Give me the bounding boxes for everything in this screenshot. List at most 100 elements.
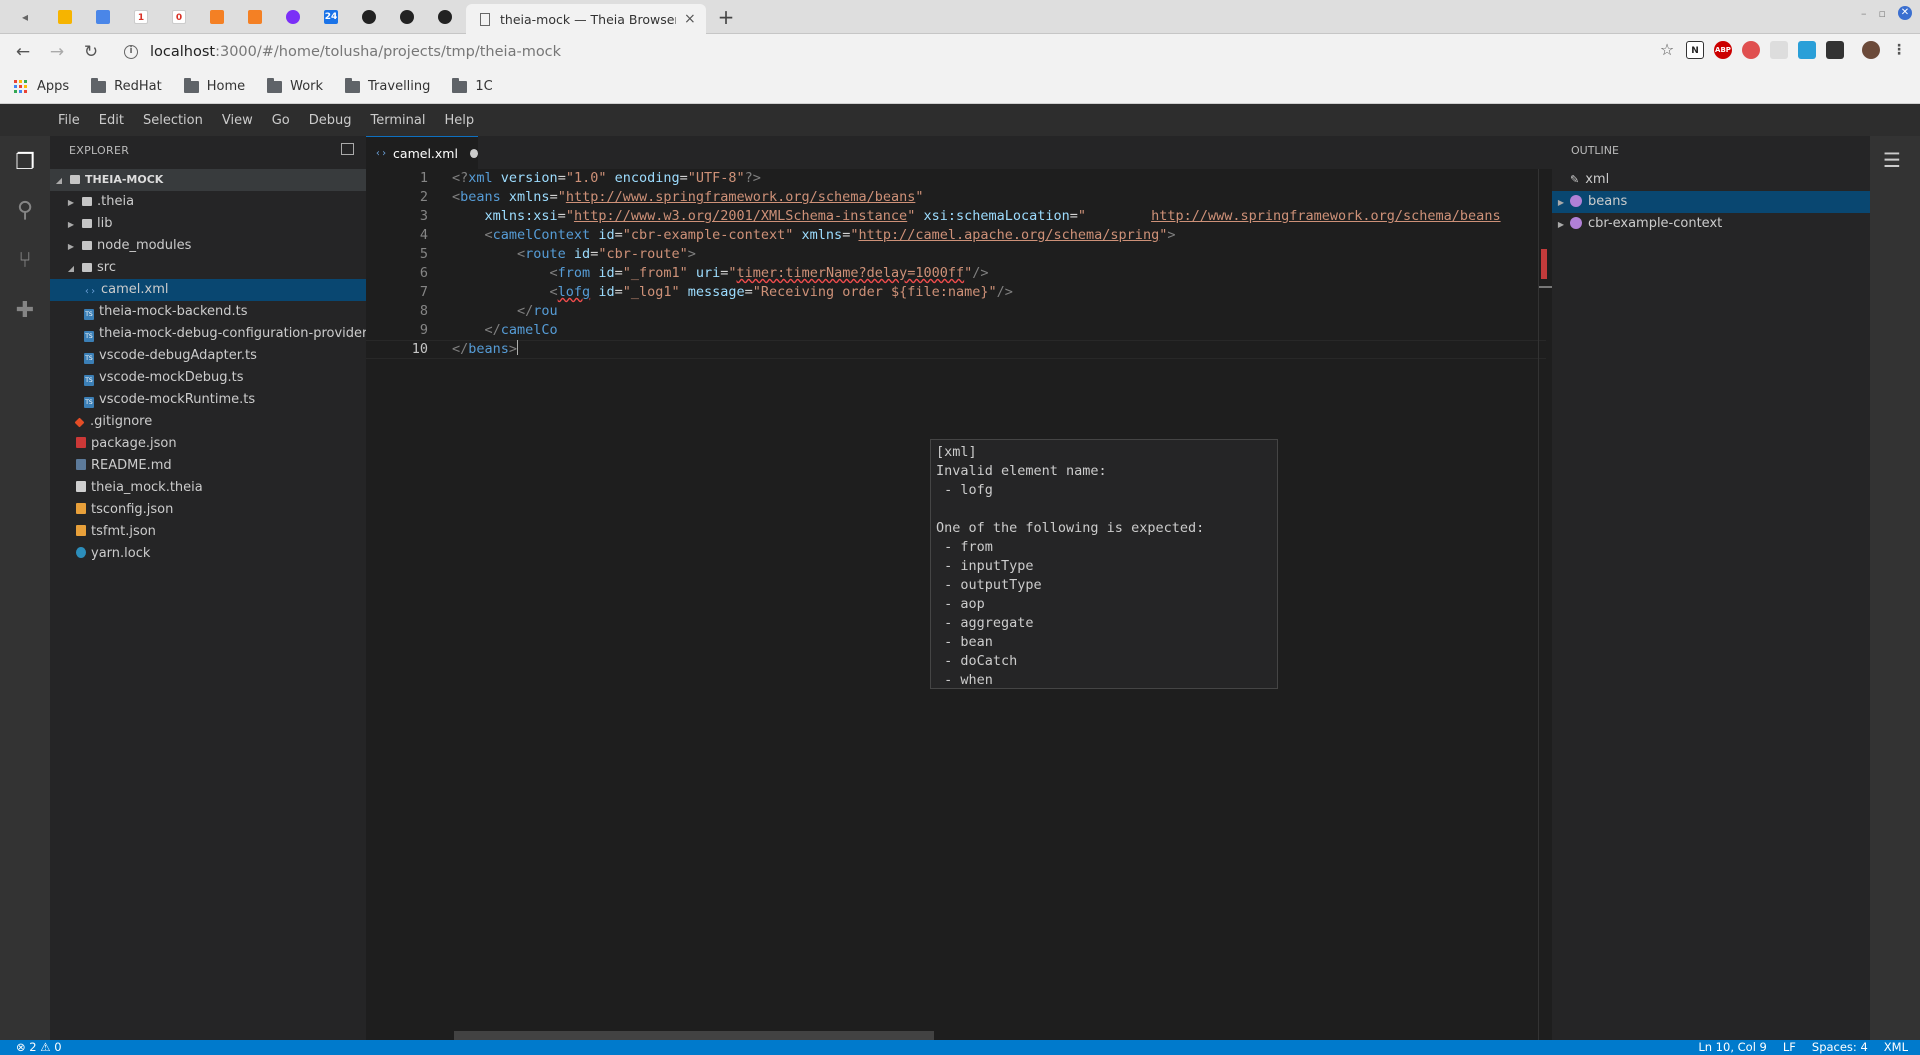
bookmark-folder[interactable]: Work (267, 77, 323, 94)
pinned-tab-purple[interactable] (280, 6, 306, 28)
close-window-icon[interactable]: ✕ (1898, 6, 1912, 20)
close-tab-icon[interactable]: × (684, 11, 696, 27)
bookmark-folder[interactable]: RedHat (91, 77, 162, 94)
tree-file[interactable]: package.json (50, 433, 366, 455)
outline-list-icon[interactable]: ☰ (1883, 150, 1907, 170)
restore-icon[interactable]: ▫ (1879, 7, 1886, 20)
pinned-tab-keep[interactable] (52, 6, 78, 28)
bookmark-folder[interactable]: 1C (452, 77, 493, 94)
menu-file[interactable]: File (58, 113, 80, 128)
unsaved-dot-icon[interactable] (469, 148, 478, 158)
collapse-all-icon[interactable] (341, 143, 354, 155)
tree-label: vscode-debugAdapter.ts (99, 348, 257, 363)
horizontal-scrollbar[interactable] (454, 1031, 934, 1040)
pinned-tab-translate[interactable] (90, 6, 116, 28)
minimize-icon[interactable]: – (1861, 7, 1867, 20)
tree-file[interactable]: TS vscode-mockRuntime.ts (50, 389, 366, 411)
calendar-icon: 24 (324, 10, 338, 24)
tree-file[interactable]: TS theia-mock-backend.ts (50, 301, 366, 323)
files-icon[interactable]: ❐ (10, 148, 40, 178)
bookmark-star-icon[interactable]: ☆ (1658, 41, 1676, 59)
menu-terminal[interactable]: Terminal (371, 113, 426, 128)
outline-item-selected[interactable]: ▶ beans (1552, 191, 1870, 213)
current-line-highlight (366, 340, 1546, 359)
forward-icon[interactable]: → (46, 41, 68, 63)
menu-selection[interactable]: Selection (143, 113, 203, 128)
info-icon[interactable]: i (124, 45, 138, 59)
source-control-icon[interactable]: ⑂ (10, 246, 40, 276)
tree-label: camel.xml (101, 282, 169, 297)
back-icon[interactable]: ← (12, 41, 34, 63)
extension-icon[interactable] (1798, 41, 1816, 59)
code-line: </rou (452, 303, 558, 319)
tree-file[interactable]: yarn.lock (50, 543, 366, 565)
tree-file[interactable]: theia_mock.theia (50, 477, 366, 499)
pinned-tab-gmail-1[interactable]: 1 (128, 6, 154, 28)
element-icon (1570, 217, 1582, 229)
language-mode[interactable]: XML (1884, 1040, 1908, 1055)
new-tab-button[interactable]: + (715, 6, 737, 28)
pinned-tab-github-3[interactable] (432, 6, 458, 28)
extensions-icon[interactable]: ✚ (10, 296, 40, 326)
search-icon[interactable]: ⚲ (10, 196, 40, 226)
error-marker (1541, 249, 1547, 279)
pinned-tab-gmail-2[interactable]: 0 (166, 6, 192, 28)
tree-label: theia-mock-backend.ts (99, 304, 248, 319)
github-icon (362, 10, 376, 24)
indentation[interactable]: Spaces: 4 (1812, 1040, 1868, 1055)
tree-file[interactable]: TS vscode-mockDebug.ts (50, 367, 366, 389)
tree-label: theia-mock-debug-configuration-provider.… (99, 326, 383, 341)
menu-edit[interactable]: Edit (99, 113, 124, 128)
pinned-tab-calendar[interactable]: 24 (318, 6, 344, 28)
menu-debug[interactable]: Debug (309, 113, 352, 128)
outline-item[interactable]: ✎ xml (1552, 169, 1870, 191)
tree-file[interactable]: tsconfig.json (50, 499, 366, 521)
tree-folder[interactable]: ▶ node_modules (50, 235, 366, 257)
extension-icon[interactable] (1826, 41, 1844, 59)
url-host: localhost (150, 44, 216, 60)
apps-label: Apps (37, 79, 70, 94)
pinned-tab-github-2[interactable] (394, 6, 420, 28)
json-file-icon (76, 503, 86, 514)
pinned-tab-stackoverflow-1[interactable] (204, 6, 230, 28)
editor-tab-camel-xml[interactable]: ‹› camel.xml (366, 136, 478, 169)
vertical-scrollbar[interactable] (1538, 169, 1553, 1040)
tree-file[interactable]: README.md (50, 455, 366, 477)
menu-dots-icon[interactable]: ⋮ (1890, 41, 1908, 59)
line-ending[interactable]: LF (1783, 1040, 1796, 1055)
profile-avatar[interactable] (1862, 41, 1880, 59)
active-browser-tab[interactable]: theia-mock — Theia Browser Ex × (466, 4, 706, 34)
pinned-tab-back[interactable]: ◂ (12, 6, 38, 28)
bookmark-label: RedHat (114, 79, 162, 94)
reload-icon[interactable]: ↻ (80, 41, 102, 63)
pinned-tab-github-1[interactable] (356, 6, 382, 28)
menu-help[interactable]: Help (444, 113, 474, 128)
menu-go[interactable]: Go (272, 113, 290, 128)
diagnostic-hover-popup: [xml] Invalid element name: - lofg One o… (930, 439, 1278, 689)
tree-file-selected[interactable]: ‹› camel.xml (50, 279, 366, 301)
pinned-tab-stackoverflow-2[interactable] (242, 6, 268, 28)
cursor-position[interactable]: Ln 10, Col 9 (1698, 1040, 1767, 1055)
tree-folder[interactable]: ▶ .theia (50, 191, 366, 213)
adblock-icon[interactable]: ABP (1714, 41, 1732, 59)
problems-indicator[interactable]: ⊗ 2 ⚠ 0 (16, 1040, 62, 1055)
cursor-marker (1539, 286, 1553, 288)
apps-bookmark[interactable]: Apps (14, 79, 69, 94)
bookmark-folder[interactable]: Travelling (345, 77, 430, 94)
tree-file[interactable]: TS vscode-debugAdapter.ts (50, 345, 366, 367)
menu-view[interactable]: View (222, 113, 253, 128)
tree-folder[interactable]: ▶ lib (50, 213, 366, 235)
tree-file[interactable]: .gitignore (50, 411, 366, 433)
bookmark-folder[interactable]: Home (183, 77, 245, 94)
extension-icon[interactable] (1742, 41, 1760, 59)
editor-area: ‹› camel.xml 1 2 3 4 5 6 7 8 9 10 <?xml … (366, 136, 1553, 1040)
tree-file[interactable]: tsfmt.json (50, 521, 366, 543)
tree-folder[interactable]: ◢ src (50, 257, 366, 279)
tree-file[interactable]: TS theia-mock-debug-configuration-provide… (50, 323, 382, 345)
explorer-root[interactable]: ◢ THEIA-MOCK (50, 169, 366, 191)
url-field[interactable]: i localhost:3000/#/home/tolusha/projects… (124, 44, 561, 60)
outline-item[interactable]: ▶ cbr-example-context (1552, 213, 1870, 235)
extension-icon[interactable] (1770, 41, 1788, 59)
app-icon (286, 10, 300, 24)
n-extension-icon[interactable]: N (1686, 41, 1704, 59)
